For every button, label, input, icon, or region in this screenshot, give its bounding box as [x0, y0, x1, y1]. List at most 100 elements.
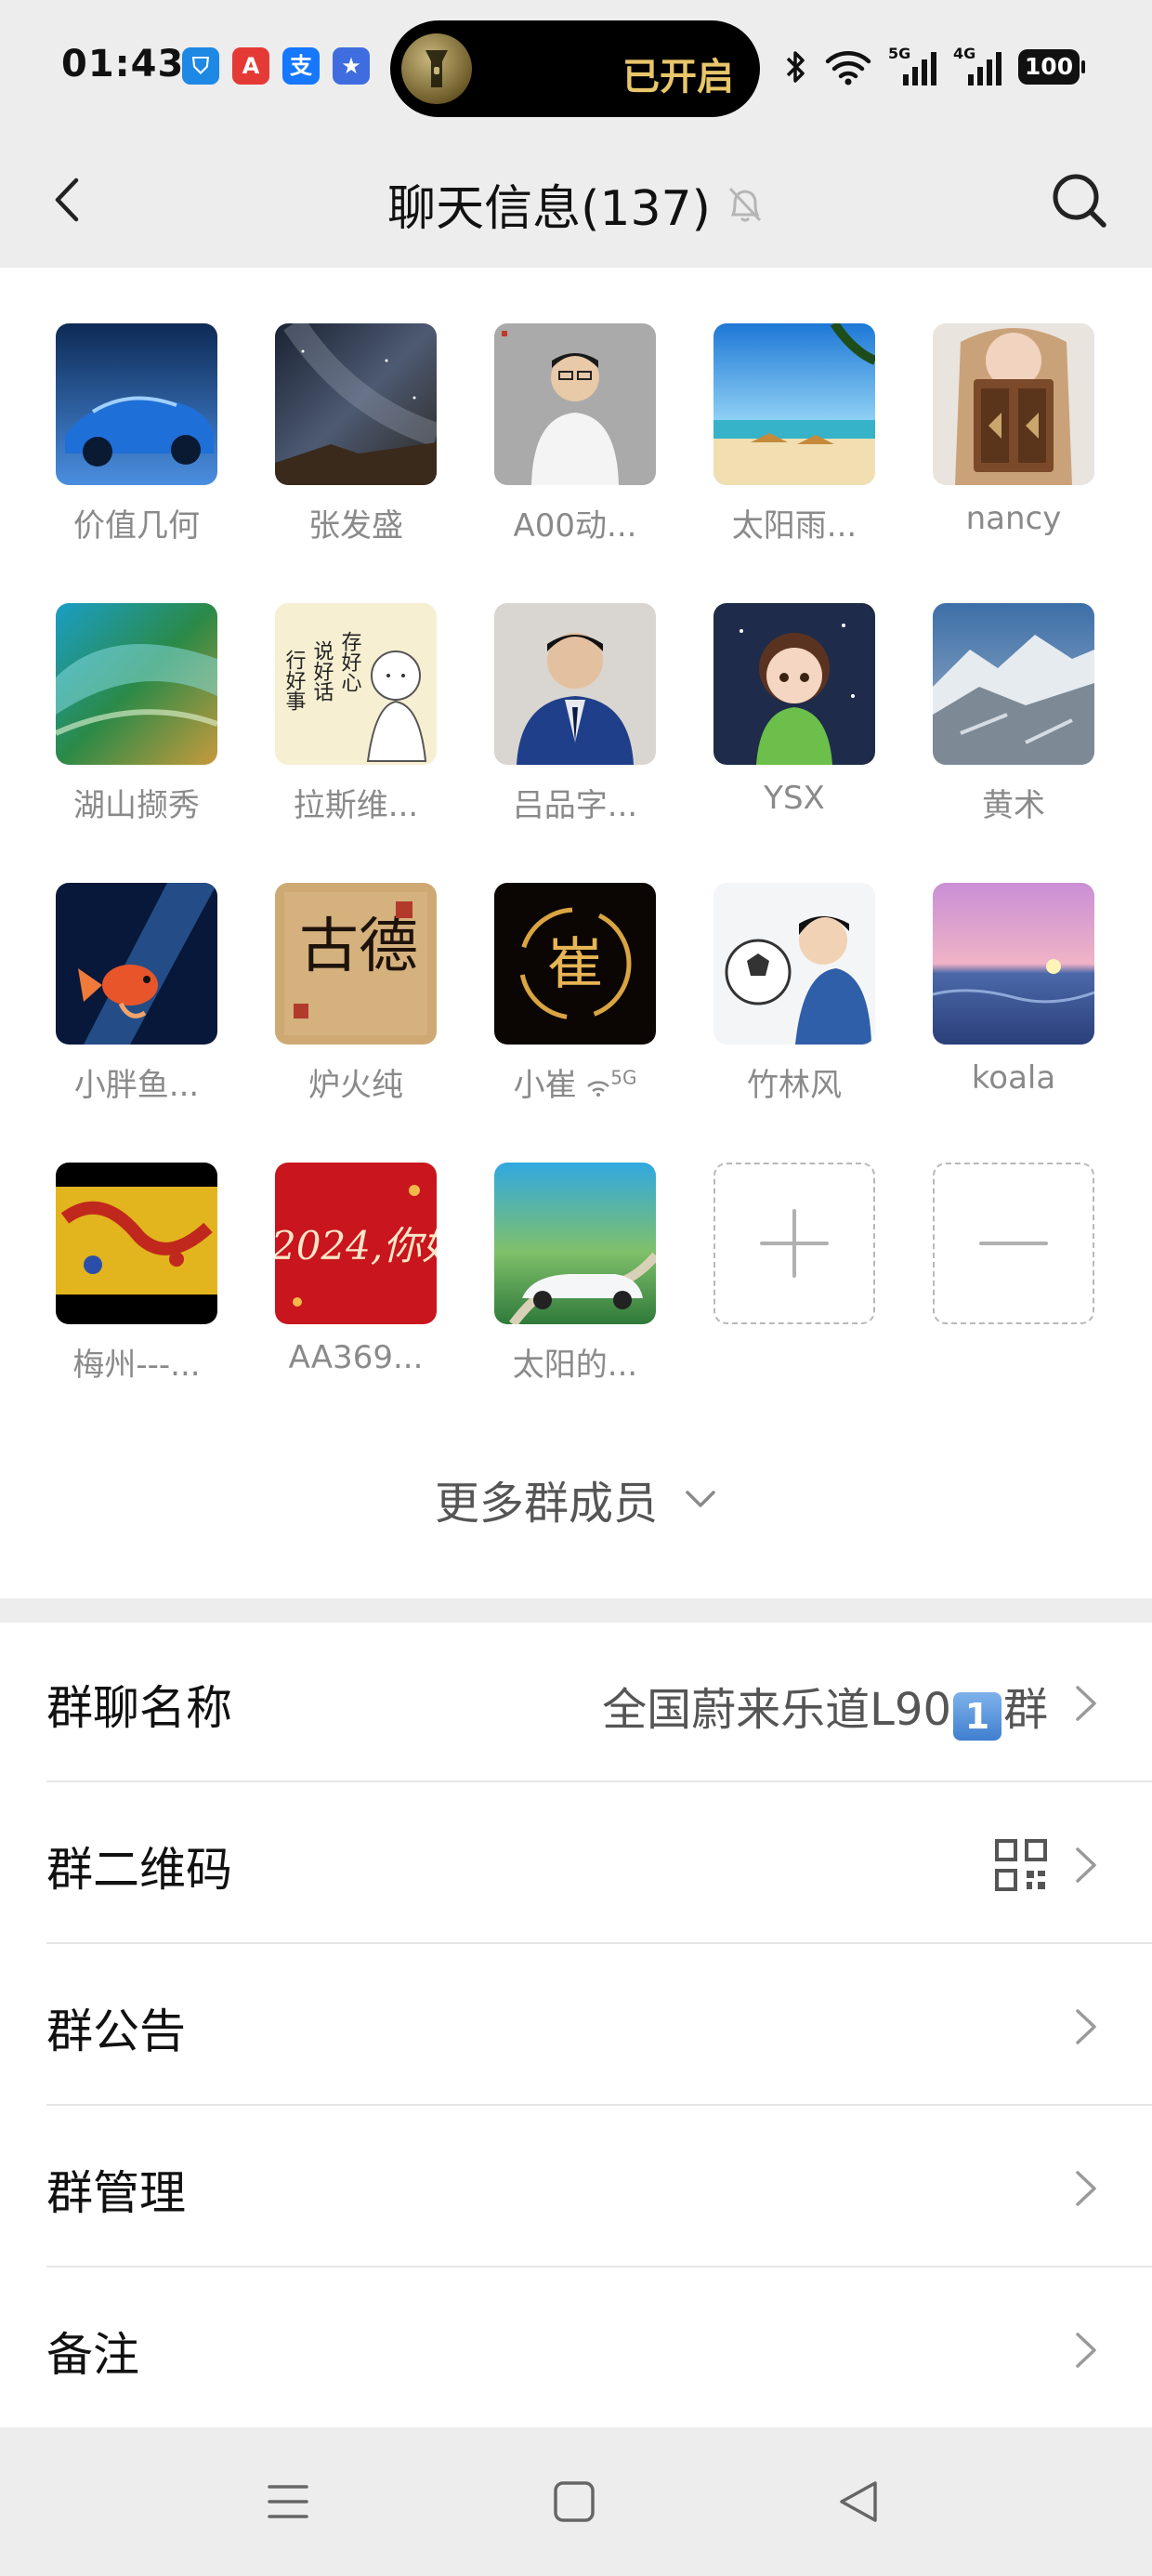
member-item[interactable]: 竹林风 [713, 883, 875, 1105]
avatar-calligraphy-2: 说好话 [310, 640, 334, 702]
home-square-icon [554, 2481, 595, 2522]
group-name-row[interactable]: 群聊名称 全国蔚来乐道L90 1 群 [0, 1623, 1152, 1782]
settings-list: 群聊名称 全国蔚来乐道L90 1 群 群二维码 群公告 群管理 备注 [0, 1623, 1152, 2427]
remark-row[interactable]: 备注 [0, 2269, 1152, 2429]
star-app-icon: ★ [333, 47, 370, 85]
a-app-icon: A [232, 47, 269, 85]
member-name: 太阳雨... [731, 507, 857, 545]
search-button[interactable] [1044, 165, 1115, 236]
avatar [494, 1163, 656, 1324]
plus-icon [760, 1209, 829, 1278]
add-member-slot [713, 1163, 875, 1324]
member-item[interactable]: 小胖鱼... [56, 883, 217, 1105]
wifi-icon [825, 51, 871, 85]
member-name: koala [971, 1059, 1056, 1097]
avatar [933, 603, 1094, 765]
avatar [56, 323, 217, 485]
member-section: 价值几何 张发盛 A00动... 太阳雨... nancy 湖山撷秀 行好事 说… [0, 268, 1152, 1598]
add-member-button[interactable] [713, 1163, 875, 1385]
bluetooth-icon [786, 51, 805, 83]
divider [46, 1781, 1152, 1782]
member-item[interactable]: 太阳雨... [713, 323, 875, 545]
group-qrcode-row[interactable]: 群二维码 [0, 1784, 1152, 1944]
member-item[interactable]: A00动... [494, 323, 656, 545]
member-name: 拉斯维... [293, 787, 419, 824]
avatar [494, 603, 656, 765]
status-icons: 5G 4G 100 [784, 45, 1085, 87]
avatar [933, 883, 1094, 1045]
avatar-calligraphy-3: 存好心 [338, 631, 362, 692]
member-item[interactable]: nancy [933, 323, 1094, 545]
member-item[interactable]: YSX [713, 603, 875, 825]
status-bar: 01:43 ⛉ A 支 ★ 已开启 5G 4G 100 [0, 0, 1152, 139]
member-item[interactable]: 太阳的... [494, 1163, 656, 1385]
status-time: 01:43 [61, 43, 185, 85]
row-label: 群管理 [46, 2166, 186, 2220]
member-item[interactable]: 2024,你好 AA369... [275, 1163, 437, 1385]
member-item[interactable]: 张发盛 [275, 323, 437, 545]
header: 聊天信息(137) [0, 139, 1152, 268]
row-label: 群公告 [46, 2004, 186, 2058]
qrcode-icon [995, 1839, 1047, 1891]
minus-icon [979, 1242, 1048, 1245]
signal-5g-icon: 5G [888, 45, 936, 85]
avatar [713, 323, 875, 485]
member-item[interactable]: 行好事 说好话 存好心 拉斯维... [275, 603, 437, 825]
signal-4g-icon: 4G [953, 45, 1001, 85]
member-name: 梅州---... [72, 1347, 201, 1384]
avatar-calligraphy-1: 行好事 [282, 650, 307, 711]
chevron-right-icon [1076, 1686, 1096, 1721]
home-button[interactable] [544, 2472, 604, 2531]
member-item[interactable]: 湖山撷秀 [56, 603, 217, 825]
shield-icon: ⛉ [182, 47, 219, 85]
chevron-down-icon [686, 1491, 715, 1507]
flashlight-icon [401, 33, 472, 104]
member-name: 小胖鱼... [73, 1067, 200, 1104]
member-item[interactable]: koala [933, 883, 1094, 1105]
avatar [56, 1163, 217, 1324]
member-name: 太阳的... [512, 1347, 638, 1384]
member-item[interactable]: 吕品字... [494, 603, 656, 825]
avatar-2024-text: 2024,你好 [275, 1223, 437, 1268]
wifi-icon [587, 1081, 610, 1097]
menu-button[interactable] [258, 2472, 318, 2531]
member-item[interactable]: 梅州---... [56, 1163, 217, 1385]
menu-icon [268, 2485, 308, 2518]
group-announcement-row[interactable]: 群公告 [0, 1946, 1152, 2106]
row-label: 群二维码 [46, 1843, 232, 1897]
member-name: YSX [764, 780, 825, 817]
member-item[interactable]: 黄术 [933, 603, 1094, 825]
muted-bell-icon [728, 187, 761, 221]
avatar: 崔 [494, 883, 656, 1045]
member-item[interactable]: 崔 小崔 5G [494, 883, 656, 1105]
page-title: 聊天信息(137) [387, 181, 711, 237]
remove-member-button[interactable] [933, 1163, 1094, 1385]
avatar-ancient-text: 古德 [299, 913, 418, 981]
avatar-cui-text: 崔 [547, 932, 603, 997]
avatar [56, 603, 217, 765]
chevron-right-icon [1076, 2333, 1096, 2368]
member-item[interactable]: 古德 炉火纯 [275, 883, 437, 1105]
member-name-text: 小崔 [513, 1067, 577, 1104]
avatar: 2024,你好 [275, 1163, 437, 1324]
flashlight-status: 已开启 [622, 56, 734, 99]
member-name: 湖山撷秀 [73, 787, 200, 824]
member-name: 炉火纯 [308, 1067, 403, 1104]
avatar: 古德 [275, 883, 437, 1045]
divider [46, 2104, 1152, 2106]
avatar [713, 603, 875, 765]
back-nav-button[interactable] [829, 2472, 888, 2531]
member-network-badge: 5G [610, 1066, 637, 1089]
member-item[interactable]: 价值几何 [56, 323, 217, 545]
group-management-row[interactable]: 群管理 [0, 2108, 1152, 2267]
more-members-button[interactable]: 更多群成员 [0, 1466, 1152, 1531]
flashlight-pill[interactable]: 已开启 [390, 20, 760, 117]
member-name: 黄术 [982, 787, 1045, 824]
battery-icon: 100 [1018, 49, 1085, 85]
member-name: AA369... [288, 1339, 424, 1376]
divider [46, 2266, 1152, 2267]
avatar [275, 323, 437, 485]
avatar [933, 323, 1094, 485]
back-triangle-icon [840, 2481, 877, 2522]
member-grid: 价值几何 张发盛 A00动... 太阳雨... nancy 湖山撷秀 行好事 说… [56, 323, 1094, 1385]
